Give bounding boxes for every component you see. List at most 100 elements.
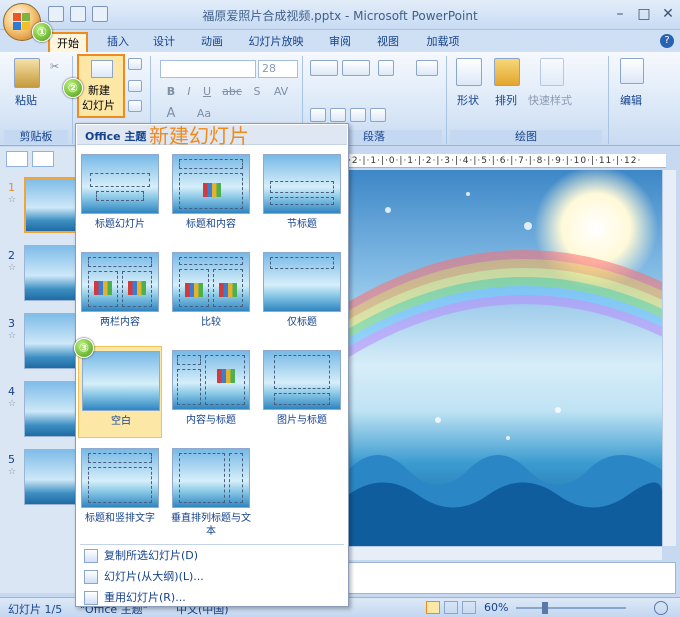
quick-styles-label[interactable]: 快速样式	[528, 92, 572, 108]
slide-thumbnail[interactable]	[24, 313, 78, 369]
slides-from-outline-menu-item[interactable]: 幻灯片(从大纲)(L)...	[80, 567, 346, 587]
slideshow-view-icon[interactable]	[462, 601, 476, 614]
new-slide-gallery: Office 主题 标题幻灯片 标题和内容 节标题 两栏内容 比较 仅标题 空白…	[75, 123, 349, 607]
horizontal-scrollbar[interactable]	[348, 546, 662, 560]
shadow-button[interactable]: S	[248, 84, 266, 100]
animation-star-icon: ☆	[8, 331, 17, 341]
layout-title-slide[interactable]: 标题幻灯片	[78, 150, 162, 242]
outline-tab[interactable]	[32, 151, 54, 167]
editing-icon[interactable]	[620, 58, 644, 84]
vertical-scrollbar[interactable]	[662, 170, 676, 546]
text-direction-icon[interactable]	[416, 60, 438, 76]
zoom-level[interactable]: 60%	[484, 601, 508, 614]
slides-tab[interactable]	[6, 151, 28, 167]
layout-section-header[interactable]: 节标题	[260, 150, 344, 242]
reset-icon[interactable]	[128, 80, 142, 92]
layout-label: 标题幻灯片	[95, 219, 145, 230]
slide-background-art	[348, 170, 662, 546]
layout-thumbnail	[172, 154, 250, 214]
shapes-icon[interactable]	[456, 58, 482, 86]
italic-button[interactable]: I	[180, 84, 198, 100]
font-size-combo[interactable]: 28	[258, 60, 298, 78]
animation-star-icon: ☆	[8, 263, 17, 273]
layout-title-vertical-text[interactable]: 标题和竖排文字	[78, 444, 162, 536]
tab-addins[interactable]: 加载项	[420, 32, 466, 52]
layout-thumbnail	[81, 448, 159, 508]
bold-button[interactable]: B	[162, 84, 180, 100]
layout-label: 内容与标题	[186, 415, 236, 426]
close-button[interactable]: ✕	[658, 5, 678, 23]
minimize-button[interactable]: –	[610, 5, 630, 23]
layout-icon[interactable]	[128, 58, 142, 70]
layout-comparison[interactable]: 比较	[169, 248, 253, 340]
tab-view[interactable]: 视图	[370, 32, 406, 52]
quick-access-toolbar	[48, 6, 108, 22]
quick-styles-icon[interactable]	[540, 58, 564, 86]
align-center-icon[interactable]	[330, 108, 346, 122]
notes-pane[interactable]	[348, 562, 676, 594]
editing-label[interactable]: 编辑	[620, 92, 642, 108]
bullets-icon[interactable]	[310, 60, 338, 76]
reuse-slides-menu-item[interactable]: 重用幻灯片(R)...	[80, 588, 346, 608]
sorter-view-icon[interactable]	[444, 601, 458, 614]
layout-title-only[interactable]: 仅标题	[260, 248, 344, 340]
help-icon[interactable]: ?	[660, 34, 674, 48]
zoom-slider[interactable]	[516, 607, 626, 609]
tab-animations[interactable]: 动画	[194, 32, 230, 52]
layout-label: 节标题	[287, 219, 317, 230]
paste-label[interactable]: 粘贴	[15, 92, 37, 108]
tab-insert[interactable]: 插入	[100, 32, 136, 52]
arrange-icon[interactable]	[494, 58, 520, 86]
underline-button[interactable]: U	[198, 84, 216, 100]
fit-window-icon[interactable]	[654, 601, 668, 615]
window-title: 福原爱照片合成视频.pptx - Microsoft PowerPoint	[202, 9, 478, 23]
align-left-icon[interactable]	[310, 108, 326, 122]
outline-icon	[84, 570, 98, 584]
align-right-icon[interactable]	[350, 108, 366, 122]
delete-slide-icon[interactable]	[128, 100, 142, 112]
animation-star-icon: ☆	[8, 467, 17, 477]
layout-label: 仅标题	[287, 317, 317, 328]
layout-title-content[interactable]: 标题和内容	[169, 150, 253, 242]
slide-thumbnail[interactable]	[24, 381, 78, 437]
slide-number: 2	[8, 249, 15, 262]
tab-review[interactable]: 审阅	[322, 32, 358, 52]
arrange-label[interactable]: 排列	[495, 92, 517, 108]
layout-two-content[interactable]: 两栏内容	[78, 248, 162, 340]
layout-label: 标题和竖排文字	[85, 513, 155, 524]
zoom-slider-thumb[interactable]	[542, 602, 548, 614]
numbering-icon[interactable]	[342, 60, 370, 76]
horizontal-ruler: ·2·|·1·|·0·|·1·|·2·|·3·|·4·|·5·|·6·|·7·|…	[348, 154, 666, 168]
shapes-label[interactable]: 形状	[457, 92, 479, 108]
font-name-combo[interactable]	[160, 60, 256, 78]
indent-icon[interactable]	[378, 60, 394, 76]
new-slide-label-1: 新建	[88, 84, 110, 97]
slide-thumbnail[interactable]	[24, 245, 78, 301]
slide-thumbnail[interactable]	[24, 449, 78, 505]
slide-number: 1	[8, 181, 15, 194]
tab-design[interactable]: 设计	[146, 32, 182, 52]
redo-icon[interactable]	[92, 6, 108, 22]
new-slide-button[interactable]: 新建 幻灯片	[77, 54, 125, 118]
layout-picture-caption[interactable]: 图片与标题	[260, 346, 344, 438]
tab-home[interactable]: 开始	[48, 32, 88, 52]
title-bar: 福原爱照片合成视频.pptx - Microsoft PowerPoint – …	[0, 0, 680, 30]
maximize-button[interactable]: □	[634, 5, 654, 23]
layout-label: 两栏内容	[100, 317, 140, 328]
save-icon[interactable]	[48, 6, 64, 22]
spacing-button[interactable]: AV	[270, 84, 292, 100]
slide-canvas[interactable]	[348, 170, 662, 546]
layout-label: 空白	[111, 416, 131, 427]
paste-icon[interactable]	[14, 58, 40, 88]
layout-blank[interactable]: 空白	[78, 346, 162, 438]
layout-content-caption[interactable]: 内容与标题	[169, 346, 253, 438]
layout-vertical-title-text[interactable]: 垂直排列标题与文本	[169, 444, 253, 537]
cut-icon[interactable]: ✂	[50, 60, 59, 73]
tab-slide-show[interactable]: 幻灯片放映	[244, 32, 308, 52]
strike-button[interactable]: abc	[220, 84, 244, 100]
justify-icon[interactable]	[370, 108, 386, 122]
normal-view-icon[interactable]	[426, 601, 440, 614]
slide-thumbnail[interactable]	[24, 177, 78, 233]
duplicate-slides-menu-item[interactable]: 复制所选幻灯片(D)	[80, 546, 346, 566]
undo-icon[interactable]	[70, 6, 86, 22]
